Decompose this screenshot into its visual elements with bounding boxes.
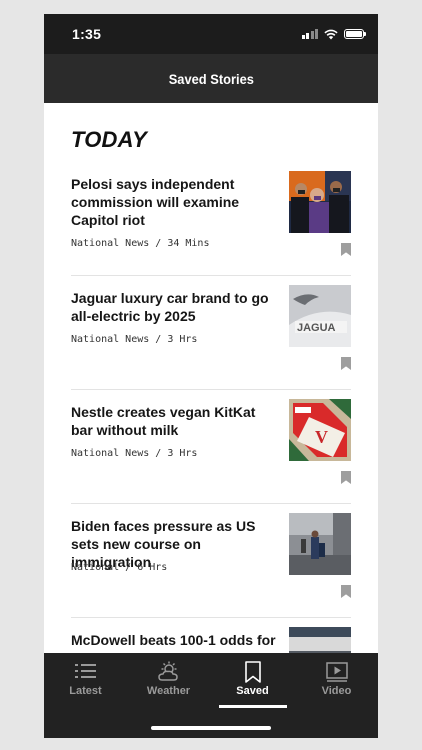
- status-time: 1:35: [72, 26, 102, 42]
- page-title: Saved Stories: [168, 70, 254, 87]
- bookmark-icon[interactable]: [341, 243, 351, 256]
- saved-stories-list[interactable]: TODAY Pelosi says independent commission…: [44, 103, 378, 653]
- story-title[interactable]: McDowell beats 100-1 odds for upset Dayt…: [71, 631, 276, 653]
- story-thumbnail[interactable]: [289, 171, 351, 233]
- story-title[interactable]: Jaguar luxury car brand to go all-electr…: [71, 289, 276, 325]
- story-meta: National News / 3 Hrs: [71, 448, 198, 459]
- battery-icon: [344, 29, 366, 39]
- wifi-icon: [324, 29, 338, 39]
- tab-label: Video: [321, 685, 352, 697]
- status-icons: [301, 27, 366, 41]
- bookmark-icon: [245, 661, 261, 683]
- home-indicator[interactable]: [151, 726, 271, 730]
- story-thumbnail[interactable]: [289, 627, 351, 653]
- section-heading: TODAY: [71, 127, 147, 152]
- tab-video[interactable]: Video: [295, 653, 378, 723]
- tab-label: Weather: [146, 685, 191, 697]
- active-tab-indicator: [219, 705, 287, 708]
- tab-label: Latest: [69, 685, 102, 697]
- story-thumbnail[interactable]: [289, 513, 351, 575]
- divider: [71, 503, 351, 504]
- tab-label: Saved: [236, 685, 269, 697]
- bookmark-icon[interactable]: [341, 357, 351, 370]
- story-meta: National / 6 Hrs: [71, 562, 168, 573]
- tab-bar: Latest Weather Saved Video: [44, 653, 378, 738]
- story-thumbnail[interactable]: V: [289, 399, 351, 461]
- divider: [71, 617, 351, 618]
- story-title[interactable]: Pelosi says independent commission will …: [71, 175, 276, 229]
- tab-latest[interactable]: Latest: [44, 653, 127, 723]
- svg-text:JAGUA: JAGUA: [297, 322, 336, 334]
- divider: [71, 275, 351, 276]
- phone-screen: 1:35 Saved Stories TODAY Pelosi says ind…: [44, 14, 378, 738]
- story-meta: National News / 3 Hrs: [71, 334, 198, 345]
- tab-saved[interactable]: Saved: [211, 653, 294, 723]
- bookmark-icon[interactable]: [341, 585, 351, 598]
- bookmark-icon[interactable]: [341, 471, 351, 484]
- status-bar: 1:35: [44, 14, 378, 54]
- story-meta: National News / 34 Mins: [71, 238, 210, 249]
- tab-weather[interactable]: Weather: [127, 653, 210, 723]
- weather-icon: [158, 661, 178, 681]
- story-thumbnail[interactable]: JAGUA: [289, 285, 351, 347]
- svg-text:V: V: [315, 427, 328, 447]
- story-title[interactable]: Nestle creates vegan KitKat bar without …: [71, 403, 276, 439]
- divider: [71, 389, 351, 390]
- nav-bar: Saved Stories: [44, 54, 378, 103]
- cellular-signal-icon: [301, 29, 318, 39]
- list-icon: [75, 664, 96, 678]
- video-icon: [326, 662, 348, 682]
